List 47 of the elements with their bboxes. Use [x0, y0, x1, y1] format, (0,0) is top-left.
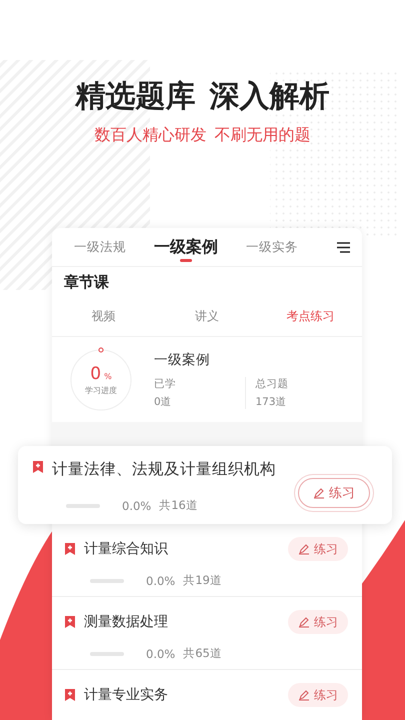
lesson-title: 计量专业实务: [84, 686, 169, 704]
stat-label: 总习题: [256, 376, 290, 390]
bookmark-icon: [64, 542, 76, 556]
lesson-title: 测量数据处理: [84, 613, 169, 631]
pencil-icon: [313, 487, 325, 499]
stat-value: 0道: [154, 394, 173, 408]
exam-tab[interactable]: 一级法规: [74, 228, 126, 266]
practice-button[interactable]: 练习: [288, 610, 348, 634]
practice-button[interactable]: 练习: [288, 537, 348, 561]
lesson-title: 计量法律、法规及计量组织机构: [52, 459, 277, 480]
pencil-icon: [298, 616, 310, 628]
progress-percent: 0.0%: [146, 574, 176, 588]
featured-lesson-card[interactable]: 计量法律、法规及计量组织机构 练习 0.0% 共16道: [18, 446, 392, 524]
course-name: 一级案例: [154, 350, 211, 368]
sub-tab[interactable]: 视频: [52, 306, 156, 326]
percent-unit: %: [104, 372, 112, 380]
subtitle: 数百人精心研发: [94, 124, 206, 146]
bookmark-icon: [64, 688, 76, 702]
progress-percent: 0.0%: [146, 646, 176, 660]
stat-value: 173道: [256, 394, 288, 408]
practice-button[interactable]: 练习: [288, 683, 348, 707]
menu-icon: [337, 242, 350, 252]
progress-percent: 0.0%: [122, 498, 152, 512]
sub-tab[interactable]: 讲义: [155, 306, 259, 326]
section-title: 章节课: [64, 273, 109, 291]
subtitle: 不刷无用的题: [214, 124, 310, 146]
lesson-title: 计量综合知识: [84, 540, 169, 558]
lesson-row[interactable]: 计量综合知识 练习 0.0% 共19道: [52, 524, 362, 597]
exam-tab[interactable]: 一级实务: [246, 228, 298, 266]
pencil-icon: [298, 543, 310, 555]
headline: 精选题库: [76, 78, 196, 116]
question-count: 共65道: [183, 646, 222, 661]
pencil-icon: [298, 689, 310, 701]
question-count: 共16道: [159, 498, 198, 513]
bookmark-icon: [32, 460, 44, 474]
sub-tab[interactable]: 考点练习: [258, 306, 362, 326]
headline: 深入解析: [210, 78, 330, 116]
question-count: 共19道: [183, 573, 222, 588]
progress-value: 0: [90, 364, 102, 384]
lesson-row[interactable]: 测量数据处理 练习 0.0% 共65道: [52, 597, 362, 670]
stat-label: 已学: [154, 376, 177, 390]
exam-tab[interactable]: 一级案例: [154, 228, 218, 266]
lesson-row[interactable]: 计量专业实务 练习: [52, 670, 362, 713]
progress-caption: 学习进度: [85, 384, 117, 396]
progress-ring: [68, 346, 134, 412]
menu-button[interactable]: [337, 242, 350, 252]
bookmark-icon: [64, 615, 76, 629]
